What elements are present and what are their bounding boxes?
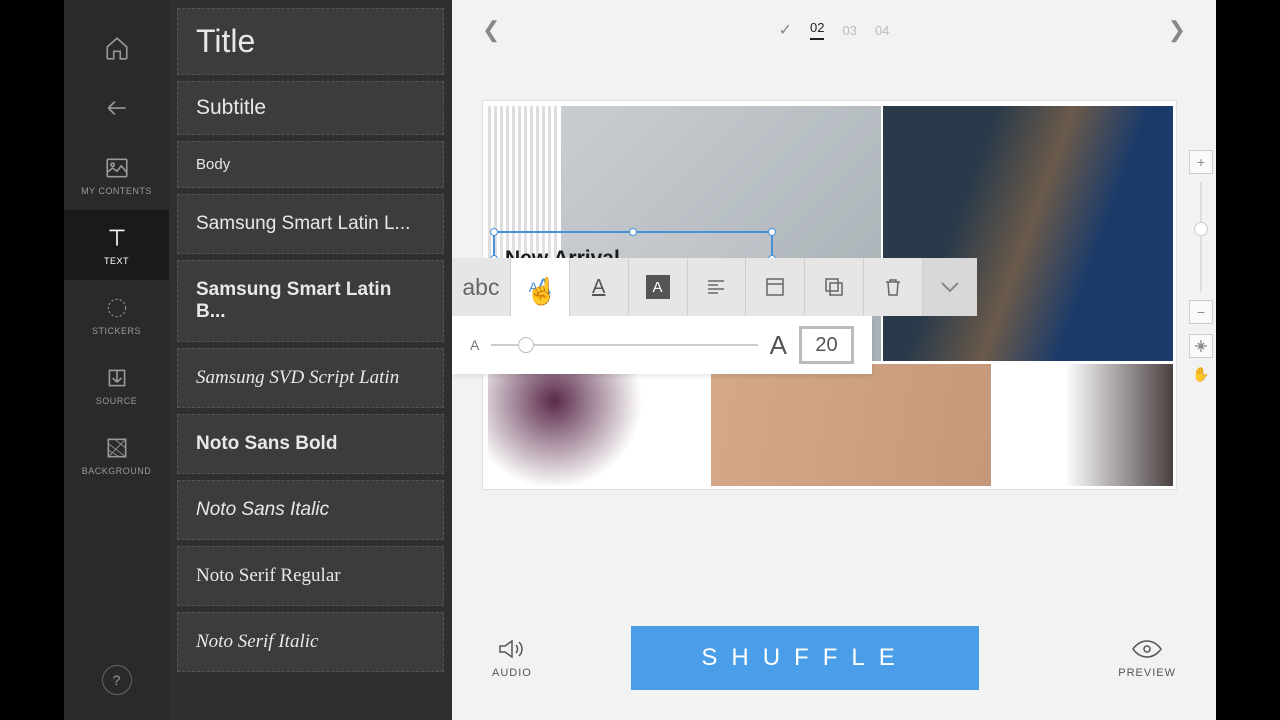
- home-button[interactable]: [64, 20, 169, 80]
- sidebar-item-source[interactable]: SOURCE: [64, 350, 169, 420]
- canvas-image[interactable]: [711, 364, 991, 486]
- sidebar-item-stickers[interactable]: STICKERS: [64, 280, 169, 350]
- page-number[interactable]: 04: [875, 23, 889, 38]
- help-button[interactable]: ?: [102, 665, 132, 695]
- font-option[interactable]: Noto Sans Bold: [177, 414, 444, 474]
- audio-button[interactable]: AUDIO: [492, 637, 532, 679]
- resize-handle[interactable]: [490, 228, 498, 236]
- sidebar-item-background[interactable]: BACKGROUND: [64, 420, 169, 490]
- size-slider[interactable]: [491, 344, 757, 346]
- layout-button[interactable]: [746, 258, 805, 316]
- font-option[interactable]: Samsung SVD Script Latin: [177, 348, 444, 408]
- text-color-button[interactable]: A: [570, 258, 629, 316]
- canvas-image[interactable]: [993, 364, 1173, 486]
- back-button[interactable]: [64, 80, 169, 140]
- slider-thumb[interactable]: [518, 337, 534, 353]
- audio-label: AUDIO: [492, 667, 532, 679]
- zoom-in-button[interactable]: +: [1189, 150, 1213, 174]
- pan-button[interactable]: ✋: [1189, 362, 1213, 386]
- sidebar-item-mycontents[interactable]: MY CONTENTS: [64, 140, 169, 210]
- preview-button[interactable]: PREVIEW: [1118, 637, 1176, 679]
- text-panel: Title Subtitle Body Samsung Smart Latin …: [169, 0, 452, 720]
- text-option-title[interactable]: Title: [177, 8, 444, 75]
- font-option[interactable]: Samsung Smart Latin L...: [177, 194, 444, 254]
- text-option-subtitle[interactable]: Subtitle: [177, 81, 444, 135]
- canvas-image[interactable]: [883, 106, 1173, 361]
- font-option[interactable]: Noto Serif Regular: [177, 546, 444, 606]
- text-toolbar: abc AA ☝ A A: [452, 258, 977, 316]
- page-number[interactable]: 03: [842, 23, 856, 38]
- sidebar-label: SOURCE: [96, 396, 138, 406]
- sidebar-label: STICKERS: [92, 326, 141, 336]
- preview-label: PREVIEW: [1118, 667, 1176, 679]
- text-background-button[interactable]: A: [629, 258, 688, 316]
- sidebar-item-text[interactable]: TEXT: [64, 210, 169, 280]
- align-button[interactable]: [688, 258, 747, 316]
- font-option[interactable]: Noto Serif Italic: [177, 612, 444, 672]
- shuffle-button[interactable]: SHUFFLE: [631, 626, 978, 690]
- next-page-button[interactable]: ❯: [1158, 7, 1196, 53]
- sidebar: MY CONTENTS TEXT STICKERS SOURCE BACKGRO…: [64, 0, 169, 720]
- prev-page-button[interactable]: ❮: [472, 7, 510, 53]
- size-toolbar: A A 20: [452, 316, 872, 374]
- canvas-controls: + − ✋: [1188, 150, 1214, 386]
- pager: ❮ ✓ 02 03 04 ❯: [452, 0, 1216, 60]
- resize-handle[interactable]: [629, 228, 637, 236]
- canvas-image[interactable]: [488, 364, 708, 486]
- text-option-body[interactable]: Body: [177, 141, 444, 188]
- fit-button[interactable]: [1189, 334, 1213, 358]
- font-size-button[interactable]: AA ☝: [511, 258, 570, 316]
- font-option[interactable]: Noto Sans Italic: [177, 480, 444, 540]
- copy-button[interactable]: [805, 258, 864, 316]
- zoom-slider[interactable]: [1200, 182, 1202, 292]
- confirm-button[interactable]: [923, 258, 977, 316]
- check-icon: ✓: [779, 20, 792, 40]
- resize-handle[interactable]: [768, 228, 776, 236]
- sidebar-label: MY CONTENTS: [81, 186, 152, 196]
- sidebar-label: TEXT: [104, 256, 129, 266]
- size-value-input[interactable]: 20: [799, 326, 854, 364]
- page-number[interactable]: 02: [810, 20, 824, 40]
- sidebar-label: BACKGROUND: [82, 466, 152, 476]
- font-option[interactable]: Samsung Smart Latin B...: [177, 260, 444, 342]
- bottom-bar: AUDIO SHUFFLE PREVIEW: [452, 595, 1216, 720]
- delete-button[interactable]: [864, 258, 923, 316]
- size-min-icon: A: [470, 337, 479, 353]
- main-area: ❮ ✓ 02 03 04 ❯ New Arrival: [452, 0, 1216, 720]
- zoom-out-button[interactable]: −: [1189, 300, 1213, 324]
- size-max-icon: A: [770, 330, 787, 361]
- font-family-button[interactable]: abc: [452, 258, 511, 316]
- zoom-thumb[interactable]: [1194, 222, 1208, 236]
